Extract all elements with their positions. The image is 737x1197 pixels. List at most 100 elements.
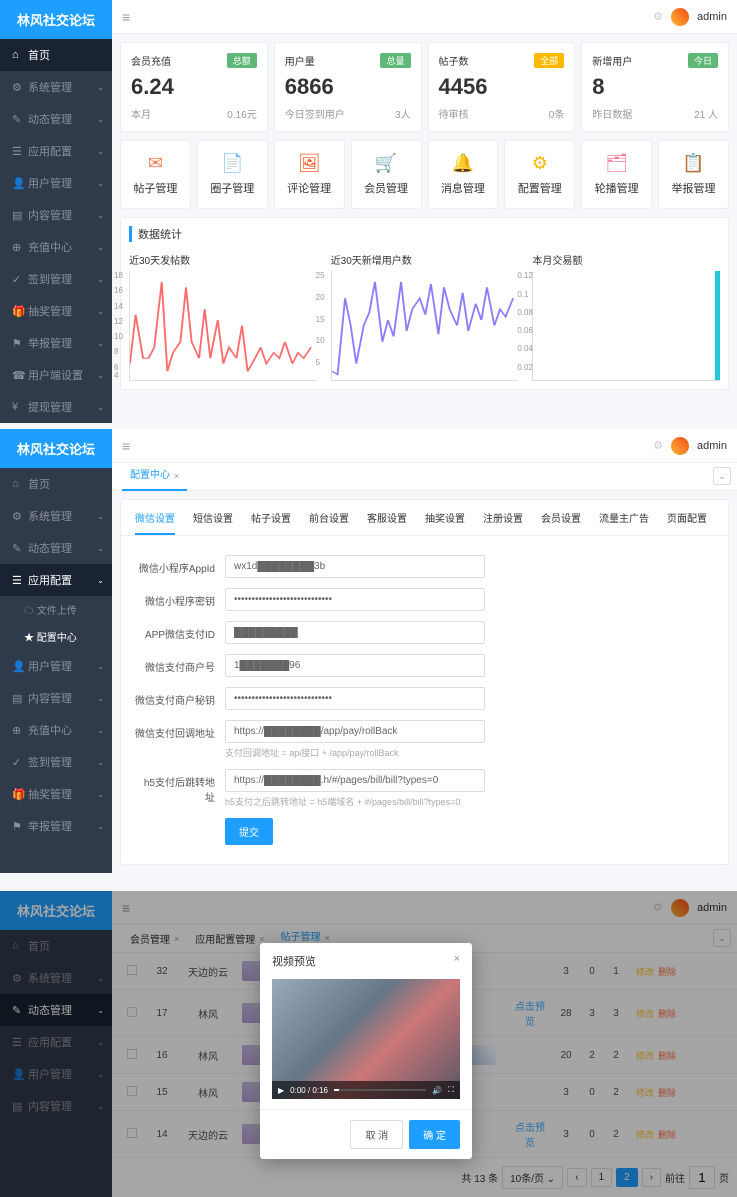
sidebar-item[interactable]: ⌂首页 (0, 39, 112, 71)
stat-card: 帖子数全部4456待审核0条 (428, 42, 576, 132)
quick-link[interactable]: 📄圈子管理 (197, 140, 268, 209)
app-logo: 林风社交论坛 (0, 429, 112, 468)
chart3: 0.120.10.080.060.040.02 (532, 271, 720, 381)
quick-icon: 📋 (663, 153, 724, 174)
quick-icon: 🖼 (279, 153, 340, 174)
hamburger-icon[interactable]: ≡ (122, 438, 130, 454)
sidebar-item[interactable]: 👤用户管理⌄ (0, 167, 112, 199)
sidebar-item[interactable]: ⊕充值中心⌄ (0, 231, 112, 263)
form-label: 微信支付回调地址 (135, 720, 225, 740)
sidebar-item[interactable]: ⚙系统管理⌄ (0, 500, 112, 532)
sidebar-item[interactable]: ⚙系统管理⌄ (0, 71, 112, 103)
form-input[interactable] (225, 654, 485, 677)
cancel-button[interactable]: 取 消 (350, 1120, 403, 1149)
form-label: h5支付后跳转地址 (135, 769, 225, 804)
menu-icon: ⚑ (12, 337, 22, 350)
gear-icon[interactable]: ⚙ (653, 10, 663, 23)
sidebar-item[interactable]: ⌂首页 (0, 468, 112, 500)
sidebar-item[interactable]: ☎用户端设置⌄ (0, 359, 112, 391)
form-input[interactable] (225, 555, 485, 578)
sidebar-item[interactable]: ▤内容管理⌄ (0, 199, 112, 231)
gear-icon[interactable]: ⚙ (653, 439, 663, 452)
form-input[interactable] (225, 769, 485, 792)
sidebar-item[interactable]: 🎁抽奖管理⌄ (0, 778, 112, 810)
menu-icon: ⚑ (12, 820, 22, 833)
close-icon[interactable]: × (454, 953, 460, 969)
config-tab[interactable]: 客服设置 (367, 510, 407, 535)
config-tab[interactable]: 抽奖设置 (425, 510, 465, 535)
config-tab[interactable]: 前台设置 (309, 510, 349, 535)
sidebar-item[interactable]: 👤用户管理⌄ (0, 650, 112, 682)
modal-title: 视频预览 (272, 953, 316, 969)
form-input[interactable] (225, 588, 485, 611)
sidebar-item[interactable]: ✎动态管理⌄ (0, 532, 112, 564)
close-icon[interactable]: × (174, 462, 179, 490)
quick-icon: 🛒 (356, 153, 417, 174)
sidebar-item[interactable]: ⊕充值中心⌄ (0, 714, 112, 746)
quick-link[interactable]: ✉帖子管理 (120, 140, 191, 209)
video-progress[interactable] (334, 1089, 426, 1091)
video-player[interactable]: ▶ 0:00 / 0:16 🔊 ⛶ (272, 979, 460, 1099)
form-label: APP微信支付ID (135, 621, 225, 641)
config-tab[interactable]: 微信设置 (135, 510, 175, 535)
sidebar-sub-item[interactable]: ☁ 文件上传 (0, 596, 112, 623)
menu-icon: ☰ (12, 145, 22, 158)
avatar[interactable] (671, 437, 689, 455)
menu-icon: ⊕ (12, 724, 22, 737)
quick-link[interactable]: 🖼评论管理 (274, 140, 345, 209)
submit-button[interactable]: 提交 (225, 818, 273, 845)
sidebar-item[interactable]: ✓签到管理⌄ (0, 746, 112, 778)
form-input[interactable] (225, 687, 485, 710)
menu-icon: ☎ (12, 369, 22, 382)
config-tab[interactable]: 流量主广告 (599, 510, 649, 535)
username: admin (697, 440, 727, 452)
config-tab[interactable]: 短信设置 (193, 510, 233, 535)
menu-icon: ✓ (12, 756, 22, 769)
collapse-icon[interactable]: ⌄ (713, 467, 731, 485)
quick-link[interactable]: 🗂轮播管理 (581, 140, 652, 209)
menu-icon: ⚙ (12, 510, 22, 523)
form-input[interactable] (225, 621, 485, 644)
sidebar-item[interactable]: ☰应用配置⌄ (0, 135, 112, 167)
config-tab[interactable]: 帖子设置 (251, 510, 291, 535)
sidebar-item[interactable]: ☰应用配置⌄ (0, 564, 112, 596)
quick-link[interactable]: 📋举报管理 (658, 140, 729, 209)
sidebar-item[interactable]: ✎动态管理⌄ (0, 103, 112, 135)
sidebar-item[interactable]: ⚑举报管理⌄ (0, 327, 112, 359)
menu-icon: ¥ (12, 401, 22, 413)
config-tab[interactable]: 页面配置 (667, 510, 707, 535)
sidebar-item[interactable]: 🎁抽奖管理⌄ (0, 295, 112, 327)
menu-icon: ✓ (12, 273, 22, 286)
quick-link[interactable]: 🛒会员管理 (351, 140, 422, 209)
quick-link[interactable]: 🔔消息管理 (428, 140, 499, 209)
menu-icon: ⚙ (12, 81, 22, 94)
sidebar-item[interactable]: ✓签到管理⌄ (0, 263, 112, 295)
config-tab[interactable]: 会员设置 (541, 510, 581, 535)
menu-icon: ▤ (12, 209, 22, 222)
sidebar-item[interactable]: ⚑举报管理⌄ (0, 810, 112, 842)
menu-icon: ✎ (12, 542, 22, 555)
ok-button[interactable]: 确 定 (409, 1120, 460, 1149)
menu-icon: ▤ (12, 692, 22, 705)
fullscreen-icon[interactable]: ⛶ (448, 1085, 454, 1095)
quick-link[interactable]: ⚙配置管理 (504, 140, 575, 209)
stat-card: 用户量总量6866今日签到用户3人 (274, 42, 422, 132)
play-icon[interactable]: ▶ (278, 1086, 284, 1095)
app-logo: 林风社交论坛 (0, 0, 112, 39)
config-tab[interactable]: 注册设置 (483, 510, 523, 535)
form-input[interactable] (225, 720, 485, 743)
sidebar-item[interactable]: ▤内容管理⌄ (0, 682, 112, 714)
avatar[interactable] (671, 8, 689, 26)
volume-icon[interactable]: 🔊 (432, 1086, 442, 1095)
tab-config[interactable]: 配置中心 × (122, 463, 187, 491)
sidebar-item[interactable]: ¥提现管理⌄ (0, 391, 112, 423)
menu-icon: ✎ (12, 113, 22, 126)
page-tabs: 配置中心 × ⌄ (112, 463, 737, 491)
sidebar-sub-item[interactable]: ★ 配置中心 (0, 623, 112, 650)
hamburger-icon[interactable]: ≡ (122, 9, 130, 25)
video-time: 0:00 / 0:16 (290, 1086, 328, 1095)
menu-icon: ⊕ (12, 241, 22, 254)
stat-card: 新增用户今日8昨日数据21 人 (581, 42, 729, 132)
menu-icon: ⌂ (12, 478, 22, 490)
menu-icon: ⌂ (12, 49, 22, 61)
